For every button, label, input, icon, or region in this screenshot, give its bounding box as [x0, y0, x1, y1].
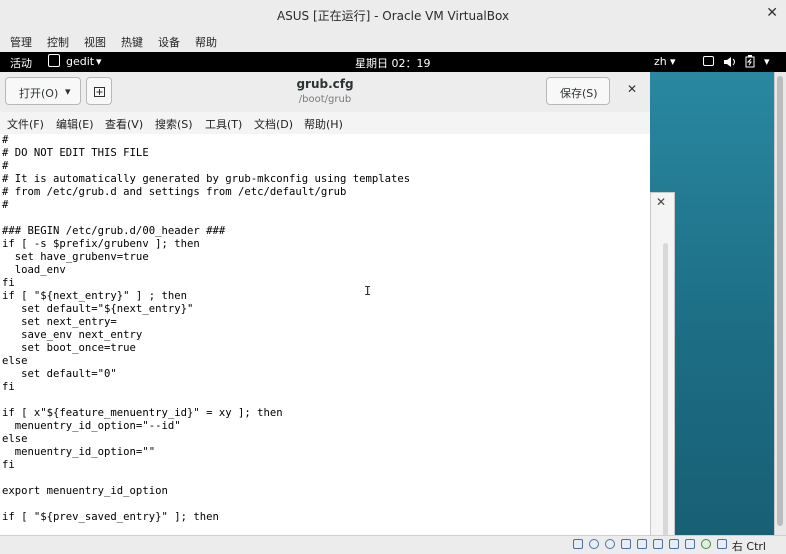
- menu-view[interactable]: 视图: [84, 34, 106, 50]
- code-line[interactable]: fi: [2, 459, 650, 472]
- code-line[interactable]: else: [2, 355, 650, 368]
- code-line[interactable]: [2, 394, 650, 407]
- gedit-menu-edit[interactable]: 编辑(E): [56, 116, 94, 132]
- code-line[interactable]: menuentry_id_option="--id": [2, 420, 650, 433]
- menu-control[interactable]: 控制: [47, 34, 69, 50]
- code-line[interactable]: if [ "${prev_saved_entry}" ]; then: [2, 511, 650, 524]
- guest-scrollbar[interactable]: [774, 72, 786, 535]
- system-menu-arrow-icon[interactable]: ▾: [764, 55, 770, 68]
- vbox-menubar: 管理 控制 视图 热键 设备 帮助: [0, 30, 786, 53]
- code-line[interactable]: [2, 498, 650, 511]
- gedit-menu-tools[interactable]: 工具(T): [205, 116, 242, 132]
- open-button[interactable]: 打开(O) ▾: [5, 77, 81, 105]
- usb-icon[interactable]: [637, 539, 647, 549]
- code-line[interactable]: # DO NOT EDIT THIS FILE: [2, 147, 650, 160]
- menu-help[interactable]: 帮助: [195, 34, 217, 50]
- save-button-label: 保存(S): [560, 87, 598, 100]
- host-key-label: 右 Ctrl: [731, 540, 766, 553]
- optical-drive-icon[interactable]: [589, 539, 599, 549]
- input-method-arrow-icon: ▾: [670, 55, 676, 68]
- shared-folders-icon[interactable]: [653, 539, 663, 549]
- menu-manage[interactable]: 管理: [10, 34, 32, 50]
- mouse-integration-icon[interactable]: [717, 539, 727, 549]
- vbox-statusbar: 右 Ctrl: [0, 535, 786, 554]
- gedit-window: 打开(O) ▾ grub.cfg /boot/grub 保存(S) ✕ 文件(F…: [0, 72, 650, 535]
- mouse-cursor-icon: I: [364, 284, 372, 298]
- gnome-topbar: 活动 gedit ▾ 星期日 02：19 zh ▾ ▾: [0, 52, 786, 72]
- battery-icon[interactable]: [745, 55, 755, 68]
- gedit-app-icon: [48, 54, 60, 67]
- code-line[interactable]: else: [2, 433, 650, 446]
- guest-display[interactable]: 活动 gedit ▾ 星期日 02：19 zh ▾ ▾ ✕ 打开(O) ▾ gr…: [0, 52, 786, 535]
- activities-button[interactable]: 活动: [10, 55, 32, 71]
- text-editor[interactable]: # # DO NOT EDIT THIS FILE # # It is automat…: [0, 134, 650, 535]
- window-icon[interactable]: [703, 56, 714, 66]
- code-line[interactable]: save_env next_entry: [2, 329, 650, 342]
- code-line[interactable]: fi: [2, 381, 650, 394]
- save-button[interactable]: 保存(S): [546, 77, 610, 105]
- code-line[interactable]: #: [2, 199, 650, 212]
- video-capture-icon[interactable]: [685, 539, 695, 549]
- gedit-menubar: 文件(F) 编辑(E) 查看(V) 搜索(S) 工具(T) 文档(D) 帮助(H…: [0, 112, 650, 135]
- code-line[interactable]: export menuentry_id_option: [2, 485, 650, 498]
- gedit-headerbar: 打开(O) ▾ grub.cfg /boot/grub 保存(S) ✕: [0, 72, 650, 113]
- open-button-label: 打开(O): [19, 87, 59, 100]
- gedit-menu-file[interactable]: 文件(F): [7, 116, 44, 132]
- code-line[interactable]: # It is automatically generated by grub-…: [2, 173, 650, 186]
- code-line[interactable]: set have_grubenv=true: [2, 251, 650, 264]
- app-menu-arrow-icon: ▾: [96, 55, 102, 68]
- document-path: /boot/grub: [298, 94, 352, 105]
- code-line[interactable]: #: [2, 134, 650, 147]
- input-method-indicator[interactable]: zh: [654, 55, 667, 68]
- editor-content[interactable]: # # DO NOT EDIT THIS FILE # # It is automat…: [0, 134, 650, 524]
- gedit-close-icon[interactable]: ✕: [627, 82, 637, 96]
- network-icon[interactable]: [621, 539, 631, 549]
- code-line[interactable]: set next_entry=: [2, 316, 650, 329]
- menu-devices[interactable]: 设备: [158, 34, 180, 50]
- code-line[interactable]: set default="${next_entry}": [2, 303, 650, 316]
- code-line[interactable]: load_env: [2, 264, 650, 277]
- gedit-menu-help[interactable]: 帮助(H): [304, 116, 343, 132]
- code-line[interactable]: if [ -s $prefix/grubenv ]; then: [2, 238, 650, 251]
- background-window-scrollbar[interactable]: [663, 243, 668, 535]
- gedit-menu-search[interactable]: 搜索(S): [155, 116, 193, 132]
- virtualization-icon[interactable]: [701, 539, 711, 549]
- code-line[interactable]: ### BEGIN /etc/grub.d/00_header ###: [2, 225, 650, 238]
- code-line[interactable]: fi: [2, 277, 650, 290]
- code-line[interactable]: set default="0": [2, 368, 650, 381]
- app-menu-button[interactable]: gedit: [66, 55, 94, 68]
- background-window[interactable]: ✕: [650, 192, 675, 535]
- window-close-icon[interactable]: ✕: [766, 5, 778, 21]
- new-document-button[interactable]: [86, 77, 112, 105]
- gedit-menu-view[interactable]: 查看(V): [105, 116, 143, 132]
- code-line[interactable]: [2, 472, 650, 485]
- background-window-close-icon[interactable]: ✕: [656, 195, 666, 209]
- code-line[interactable]: menuentry_id_option="": [2, 446, 650, 459]
- menu-hotkeys[interactable]: 热键: [121, 34, 143, 50]
- vbox-titlebar: ASUS [正在运行] - Oracle VM VirtualBox ✕: [0, 0, 786, 31]
- code-line[interactable]: if [ "${next_entry}" ] ; then: [2, 290, 650, 303]
- code-line[interactable]: # from /etc/grub.d and settings from /et…: [2, 186, 650, 199]
- volume-icon[interactable]: [723, 56, 736, 68]
- code-line[interactable]: [2, 212, 650, 225]
- gedit-menu-documents[interactable]: 文档(D): [254, 116, 293, 132]
- code-line[interactable]: if [ x"${feature_menuentry_id}" = xy ]; …: [2, 407, 650, 420]
- window-title: ASUS [正在运行] - Oracle VM VirtualBox: [276, 9, 510, 23]
- document-title: grub.cfg: [296, 77, 354, 91]
- hard-disk-icon[interactable]: [573, 539, 583, 549]
- new-document-icon: [94, 87, 105, 97]
- code-line[interactable]: set boot_once=true: [2, 342, 650, 355]
- open-arrow-icon: ▾: [65, 85, 71, 98]
- clock[interactable]: 星期日 02：19: [355, 55, 431, 71]
- guest-scrollbar-thumb[interactable]: [777, 76, 783, 526]
- audio-icon[interactable]: [605, 539, 615, 549]
- code-line[interactable]: #: [2, 160, 650, 173]
- display-icon[interactable]: [669, 539, 679, 549]
